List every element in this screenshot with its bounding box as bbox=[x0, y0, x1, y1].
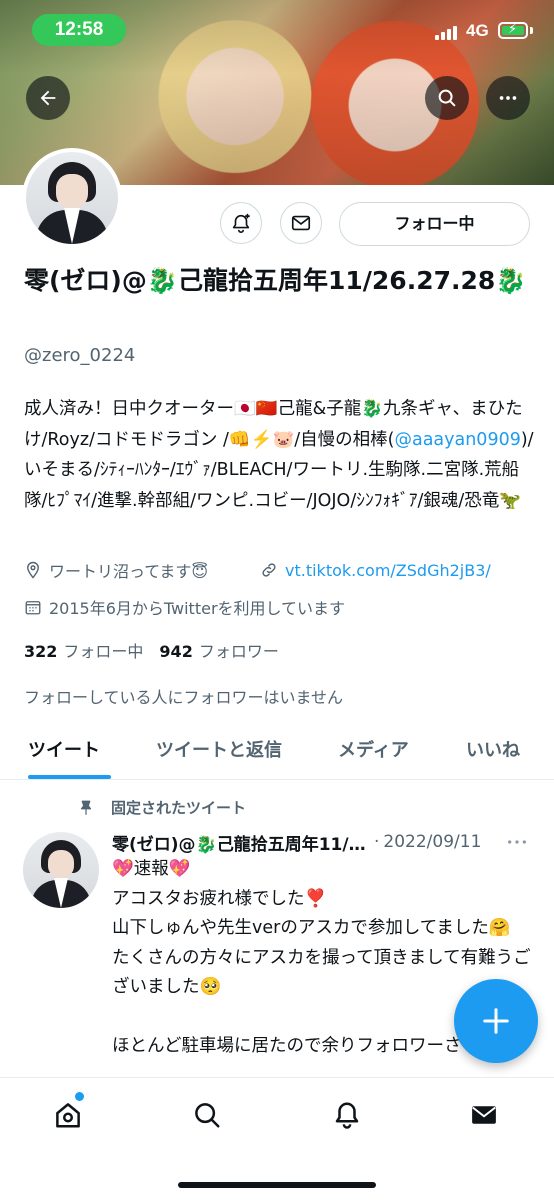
tweet-date-separator: · bbox=[374, 832, 380, 852]
pin-icon bbox=[80, 800, 92, 815]
status-time: 12:58 bbox=[32, 14, 126, 46]
bio-mention-link[interactable]: @aaayan0909 bbox=[394, 430, 520, 450]
message-button[interactable] bbox=[280, 202, 322, 244]
profile-location: ワートリ沼ってます😇 bbox=[24, 557, 208, 583]
link-icon bbox=[262, 563, 276, 577]
tweet-author-avatar[interactable] bbox=[23, 832, 99, 908]
more-button[interactable] bbox=[486, 76, 530, 120]
tweet-more-button[interactable] bbox=[506, 834, 528, 853]
active-tab-indicator bbox=[28, 775, 111, 779]
tweet-date[interactable]: 2022/09/11 bbox=[383, 832, 481, 852]
compose-tweet-button[interactable] bbox=[454, 979, 538, 1063]
location-pin-icon bbox=[27, 561, 39, 579]
profile-tabs: ツイート ツイートと返信 メディア いいね bbox=[0, 720, 554, 780]
more-horizontal-icon bbox=[508, 840, 526, 844]
more-horizontal-icon bbox=[499, 96, 517, 100]
search-button[interactable] bbox=[425, 76, 469, 120]
home-notification-dot bbox=[75, 1092, 84, 1101]
notifications-icon bbox=[335, 1102, 359, 1129]
pinned-tweet-label: 固定されたツイート bbox=[77, 797, 246, 818]
tab-tweets[interactable]: ツイート bbox=[28, 736, 100, 762]
following-count-link[interactable]: 322 フォロー中 bbox=[24, 642, 143, 661]
notify-button[interactable] bbox=[220, 202, 262, 244]
tweet-author-name[interactable]: 零(ゼロ)@🐉己龍拾五周年11/26.27.28🐉 bbox=[112, 830, 370, 855]
signal-icon bbox=[435, 24, 461, 40]
display-name: 零(ゼロ)@🐉己龍拾五周年11/26.27.28🐉 bbox=[24, 266, 527, 295]
tweet-header: 零(ゼロ)@🐉己龍拾五周年11/26.27.28🐉 · 2022/09/11 bbox=[112, 829, 532, 855]
nav-search[interactable] bbox=[190, 1098, 224, 1132]
profile-avatar[interactable] bbox=[22, 148, 122, 248]
search-icon bbox=[438, 89, 456, 107]
plus-icon bbox=[483, 1008, 509, 1034]
followers-count-link[interactable]: 942 フォロワー bbox=[159, 642, 278, 661]
username-handle: @zero_0224 bbox=[24, 345, 136, 366]
nav-messages[interactable] bbox=[467, 1098, 501, 1132]
tab-tweets-and-replies[interactable]: ツイートと返信 bbox=[156, 736, 282, 762]
back-button[interactable] bbox=[26, 76, 70, 120]
follow-counts: 322 フォロー中 942 フォロワー bbox=[24, 638, 279, 662]
messages-icon bbox=[472, 1106, 496, 1124]
bell-plus-icon bbox=[232, 213, 250, 233]
status-bar: 12:58 4G ⚡ bbox=[0, 0, 554, 60]
tab-likes[interactable]: いいね bbox=[466, 736, 520, 762]
arrow-left-icon bbox=[40, 90, 56, 106]
nav-notifications[interactable] bbox=[330, 1098, 364, 1132]
bottom-nav-bar bbox=[0, 1077, 554, 1200]
calendar-icon bbox=[25, 601, 41, 615]
profile-bio: 成人済み！日中クオーター🇯🇵🇨🇳己龍&子龍🐉九条ギャ、まひたけ/Royz/コドモ… bbox=[24, 399, 534, 511]
home-indicator bbox=[178, 1182, 376, 1188]
search-icon bbox=[195, 1103, 220, 1128]
mutual-followers-note: フォローしている人にフォロワーはいません bbox=[24, 688, 344, 707]
profile-joined-date: 2015年6月からTwitterを利用しています bbox=[24, 594, 345, 620]
mail-icon bbox=[291, 215, 311, 231]
nav-home[interactable] bbox=[51, 1098, 85, 1132]
profile-website[interactable]: vt.tiktok.com/ZSdGh2jB3/ bbox=[260, 557, 491, 583]
following-button[interactable]: フォロー中 bbox=[339, 202, 530, 246]
battery-icon: ⚡ bbox=[498, 22, 528, 39]
home-icon bbox=[56, 1103, 80, 1128]
network-type: 4G bbox=[466, 21, 489, 40]
tab-media[interactable]: メディア bbox=[338, 736, 409, 762]
